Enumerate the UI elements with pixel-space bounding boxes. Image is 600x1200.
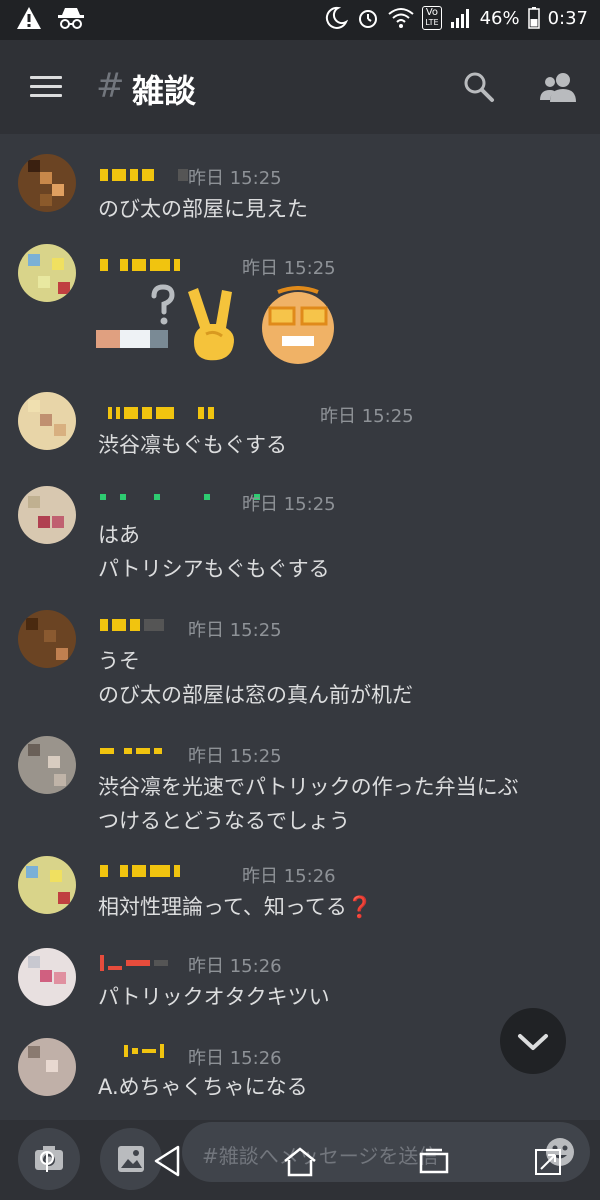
message-text: のび太の部屋は窓の真ん前が机だ xyxy=(98,683,413,707)
message-text: 渋谷凛を光速でパトリックの作った弁当にぶ xyxy=(98,775,519,799)
username-redacted[interactable] xyxy=(100,256,180,274)
avatar[interactable] xyxy=(18,486,76,544)
message-input[interactable]: #雑談へメッセージを送信 xyxy=(182,1122,590,1182)
wifi-icon xyxy=(388,8,414,28)
timestamp: 昨日 15:26 xyxy=(188,1048,282,1069)
nav-recents-icon[interactable] xyxy=(418,1146,450,1178)
timestamp: 昨日 15:25 xyxy=(188,168,282,189)
battery-percent: 46% xyxy=(479,7,520,29)
timestamp: 昨日 15:26 xyxy=(242,866,336,887)
timestamp: 昨日 15:26 xyxy=(188,956,282,977)
volte-badge: Vo LTE xyxy=(422,6,442,30)
message-text: 渋谷凛もぐもぐする xyxy=(98,433,287,457)
message-text: 相対性理論って、知ってる❓ xyxy=(98,895,374,919)
message[interactable]: 昨日 15:25 渋谷凛もぐもぐする xyxy=(0,386,600,466)
search-icon[interactable] xyxy=(462,70,496,104)
username-redacted[interactable] xyxy=(100,862,180,880)
status-bar: Vo LTE 46% 0:37 xyxy=(0,0,600,40)
message[interactable]: 昨日 15:26 相対性理論って、知ってる❓ xyxy=(0,852,600,932)
warning-icon xyxy=(17,7,41,29)
channel-title: 雑談 xyxy=(132,72,197,110)
nav-back-icon[interactable] xyxy=(152,1144,182,1178)
timestamp: 昨日 15:25 xyxy=(188,620,282,641)
signal-icon xyxy=(450,9,469,28)
username-redacted[interactable] xyxy=(100,166,188,184)
message-text: のび太の部屋に見えた xyxy=(98,197,308,221)
message[interactable]: 昨日 15:25 のび太の部屋に見えた xyxy=(0,148,600,228)
message-input-placeholder: #雑談へメッセージを送信 xyxy=(202,1144,439,1168)
avatar[interactable] xyxy=(18,610,76,668)
nav-rotate-icon[interactable] xyxy=(532,1146,564,1178)
channel-header: # 雑談 xyxy=(0,40,600,134)
username-redacted[interactable] xyxy=(100,616,164,634)
message[interactable]: 昨日 15:25 渋谷凛を光速でパトリックの作った弁当にぶ つけるとどうなるでし… xyxy=(0,732,600,842)
timestamp: 昨日 15:25 xyxy=(320,406,414,427)
members-icon[interactable] xyxy=(538,70,578,104)
avatar[interactable] xyxy=(18,154,76,212)
username-redacted[interactable] xyxy=(100,488,260,506)
battery-icon xyxy=(527,7,540,29)
glasses-face-emoji xyxy=(262,286,334,364)
message[interactable]: 昨日 15:25 はあ パトリシアもぐもぐする xyxy=(0,480,600,590)
channel-hash-icon: # xyxy=(96,66,125,106)
avatar[interactable] xyxy=(18,244,76,302)
username-redacted[interactable] xyxy=(100,954,168,972)
username-redacted[interactable] xyxy=(100,742,162,760)
message-text: A.めちゃくちゃになる xyxy=(98,1075,308,1099)
timestamp: 昨日 15:25 xyxy=(242,494,336,515)
avatar[interactable] xyxy=(18,392,76,450)
chevron-down-icon xyxy=(518,1034,548,1050)
message-text: つけるとどうなるでしょう xyxy=(98,809,350,833)
message-text: うそ xyxy=(98,649,140,673)
username-redacted[interactable] xyxy=(100,1042,164,1060)
timestamp: 昨日 15:25 xyxy=(188,746,282,767)
victory-hand-emoji xyxy=(188,288,234,361)
nav-keyboard-icon[interactable] xyxy=(36,1150,58,1176)
jump-to-present-button[interactable] xyxy=(500,1008,566,1074)
message-text: パトリシアもぐもぐする xyxy=(98,557,330,581)
cigarette-emoji xyxy=(96,330,168,348)
message[interactable]: 昨日 15:25 xyxy=(0,238,600,378)
avatar[interactable] xyxy=(18,1038,76,1096)
question-mark xyxy=(151,284,175,325)
incognito-icon xyxy=(58,8,84,29)
timestamp: 昨日 15:25 xyxy=(242,258,336,279)
avatar[interactable] xyxy=(18,856,76,914)
message-text: パトリックオタクキツい xyxy=(98,985,330,1009)
username-redacted[interactable] xyxy=(100,404,214,422)
nav-home-icon[interactable] xyxy=(282,1146,318,1178)
menu-icon[interactable] xyxy=(30,76,62,98)
question-mark-emoji: ❓ xyxy=(346,895,374,919)
alarm-icon xyxy=(359,10,378,28)
avatar[interactable] xyxy=(18,736,76,794)
night-mode-icon xyxy=(326,6,349,29)
avatar[interactable] xyxy=(18,948,76,1006)
clock: 0:37 xyxy=(547,7,588,29)
message[interactable]: 昨日 15:25 うそ のび太の部屋は窓の真ん前が机だ xyxy=(0,606,600,716)
message-text: はあ xyxy=(98,523,140,547)
